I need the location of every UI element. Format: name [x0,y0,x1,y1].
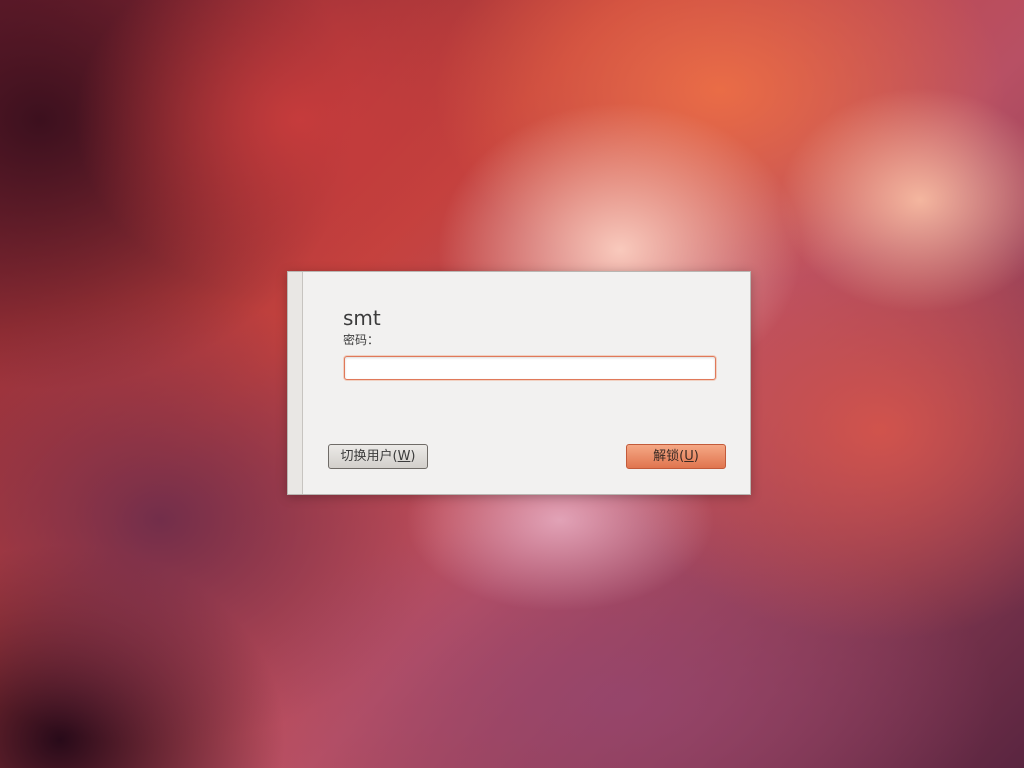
username-label: smt [343,306,381,330]
unlock-label-end: ) [693,449,699,464]
switch-user-mnemonic: W [397,449,411,464]
password-label: 密码： [343,333,380,347]
unlock-button[interactable]: 解锁(U) [626,444,726,469]
password-input[interactable] [344,356,716,380]
unlock-mnemonic: U [684,449,694,464]
unlock-dialog: smt 密码： 切换用户(W) 解锁(U) [287,271,751,495]
unlock-label: 解锁( [653,449,685,464]
switch-user-label: 切换用户( [340,449,398,464]
switch-user-button[interactable]: 切换用户(W) [328,444,428,469]
switch-user-label-end: ) [410,449,416,464]
dialog-side-strip [288,272,303,494]
